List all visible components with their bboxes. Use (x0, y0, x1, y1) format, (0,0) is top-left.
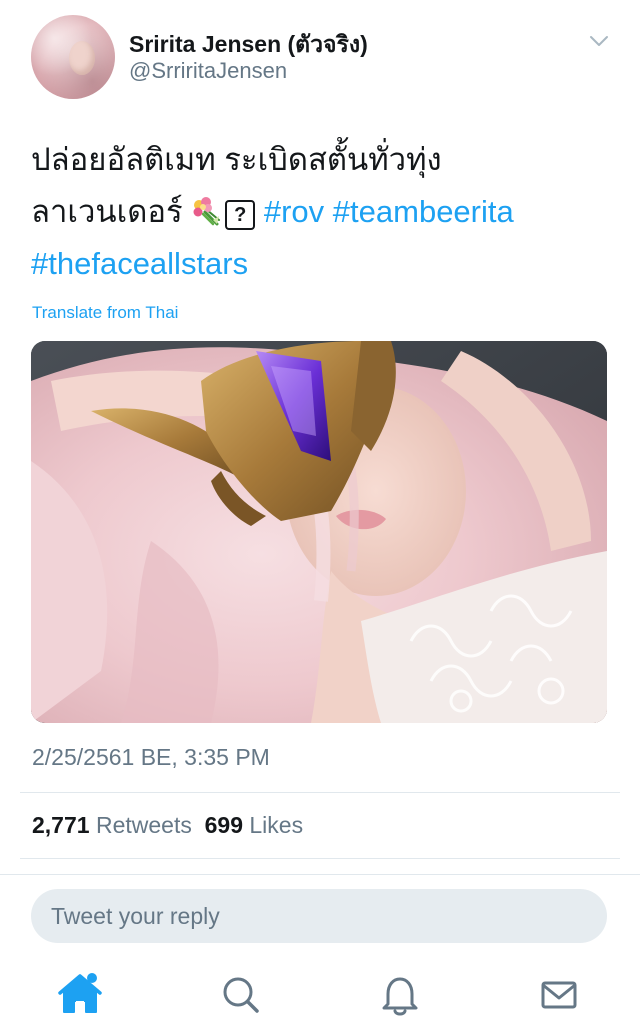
bouquet-icon (191, 190, 223, 226)
likes-count[interactable]: 699 (205, 812, 243, 838)
mail-icon (541, 981, 577, 1009)
tweet-text: ปล่อยอัลติเมท ระเบิดสตั้นทั่วทุ่ง ลาเวนเ… (31, 134, 611, 290)
retweets-count[interactable]: 2,771 (32, 812, 90, 838)
author-handle[interactable]: @SrriritaJensen (129, 58, 287, 84)
tweet-header: Sririta Jensen (ตัวจริง) @SrriritaJensen (0, 0, 640, 110)
missing-glyph-icon: ? (225, 200, 256, 230)
tab-messages[interactable] (531, 966, 587, 1022)
tab-home[interactable] (52, 966, 108, 1022)
tweet-text-line-2: ลาเวนเดอร์ ? #rov #teambeerita (31, 186, 611, 238)
hashtag-thefaceallstars[interactable]: #thefaceallstars (31, 246, 248, 281)
reply-input[interactable] (31, 889, 607, 943)
home-icon (58, 973, 102, 1013)
tweet-stats: 2,771 Retweets 699 Likes (32, 812, 303, 839)
tweet-timestamp: 2/25/2561 BE, 3:35 PM (32, 744, 270, 770)
hashtag-rov[interactable]: #rov (264, 194, 324, 229)
tweet-text-word: ลาเวนเดอร์ (31, 194, 183, 229)
divider-bottom (20, 858, 620, 859)
tweet-text-line-3: #thefaceallstars (31, 238, 611, 290)
hashtag-teambeerita[interactable]: #teambeerita (333, 194, 514, 229)
tab-search[interactable] (212, 966, 268, 1022)
tweet-photo[interactable] (31, 341, 607, 723)
bell-icon (382, 977, 418, 1016)
avatar-face (69, 41, 95, 75)
chevron-down-icon[interactable] (588, 30, 610, 52)
tab-notifications[interactable] (372, 966, 428, 1022)
likes-label[interactable]: Likes (249, 812, 303, 838)
tab-bar (0, 960, 640, 1030)
notification-dot (87, 973, 97, 983)
avatar[interactable] (31, 15, 115, 99)
retweets-label[interactable]: Retweets (96, 812, 192, 838)
tweet-text-line-1: ปล่อยอัลติเมท ระเบิดสตั้นทั่วทุ่ง (31, 142, 442, 177)
translate-link[interactable]: Translate from Thai (32, 303, 178, 323)
divider-top (20, 792, 620, 793)
search-icon (223, 977, 259, 1013)
